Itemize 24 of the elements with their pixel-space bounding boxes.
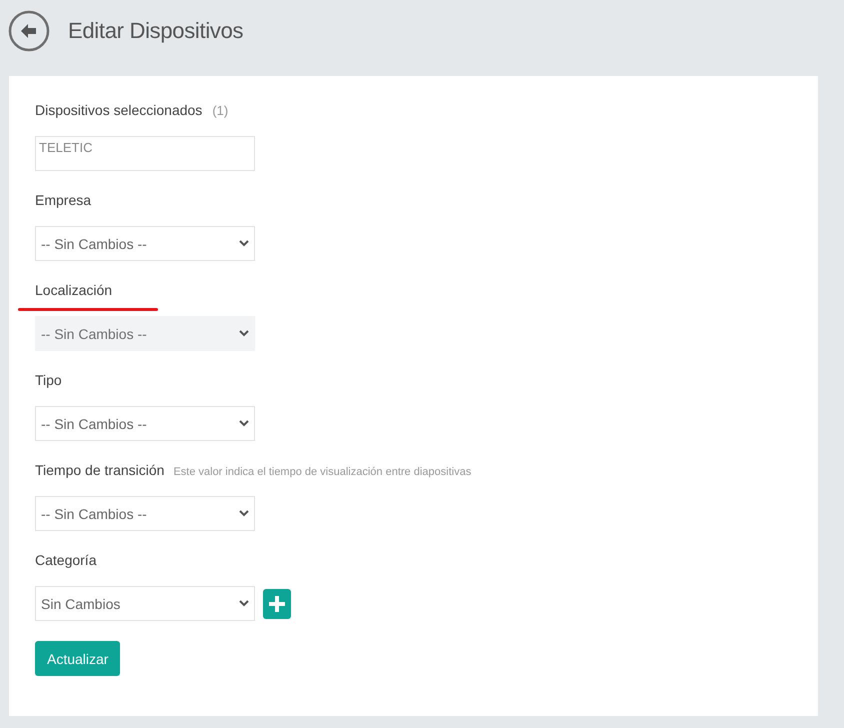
update-button[interactable]: Actualizar xyxy=(35,641,120,676)
field-label: Tiempo de transición xyxy=(35,462,164,478)
dropdown[interactable]: -- Sin Cambios -- xyxy=(35,406,255,441)
hint-text: Este valor indica el tiempo de visualización entre diapositivas xyxy=(173,466,472,478)
chevron-icon xyxy=(239,420,249,427)
dropdown[interactable]: Sin Cambios xyxy=(35,586,255,621)
chevron-icon xyxy=(239,240,249,247)
dropdown[interactable]: -- Sin Cambios -- xyxy=(35,226,255,261)
chevron-icon xyxy=(239,510,249,517)
field-label: Dispositivos seleccionados xyxy=(35,102,202,118)
page-title: Editar Dispositivos xyxy=(68,18,244,44)
chevron-icon xyxy=(239,600,249,607)
field-label: Empresa xyxy=(35,192,92,208)
field-label: Localización xyxy=(35,282,112,298)
selected-devices-box[interactable]: TELETIC xyxy=(35,136,255,171)
field-label: Categoría xyxy=(35,552,96,568)
field-label: Tipo xyxy=(35,372,62,388)
dropdown[interactable]: -- Sin Cambios -- xyxy=(35,496,255,531)
count-label: (1) xyxy=(212,103,228,118)
plus-icon xyxy=(268,594,286,612)
list-item[interactable]: TELETIC xyxy=(39,140,251,155)
chevron-icon xyxy=(239,330,249,337)
add-button[interactable] xyxy=(263,588,291,618)
back-icon[interactable] xyxy=(8,10,50,52)
